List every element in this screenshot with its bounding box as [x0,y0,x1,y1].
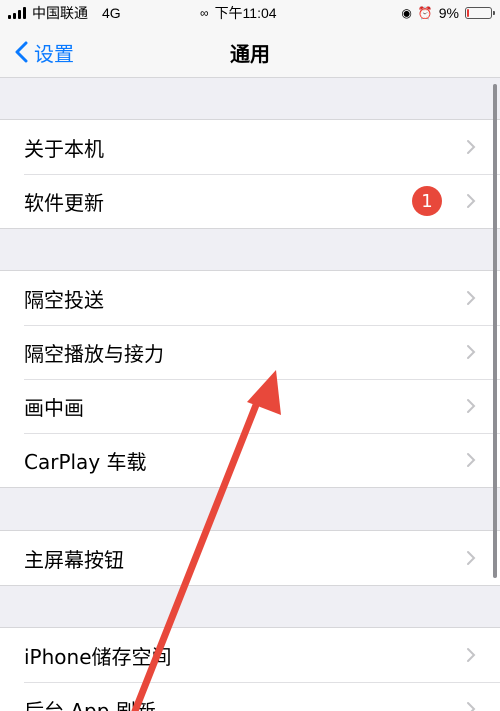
row-iphone-storage[interactable]: iPhone储存空间 [0,628,500,682]
chevron-right-icon [467,702,476,711]
page-title: 通用 [230,41,270,66]
row-software-update[interactable]: 软件更新 1 [0,174,500,228]
status-bar: 中国联通 4G ∞ 下午11:04 ◉ ⏰ 9% [0,0,500,26]
status-time: 下午11:04 [214,5,277,21]
chevron-right-icon [467,291,476,305]
chevron-right-icon [467,194,476,208]
row-label: iPhone储存空间 [24,644,172,669]
status-left: 中国联通 4G [0,3,121,23]
row-airdrop[interactable]: 隔空投送 [0,271,500,325]
row-label: 主屏幕按钮 [24,547,124,572]
nav-bar: 设置 通用 [0,26,500,78]
row-label: 隔空播放与接力 [24,341,164,366]
row-label: 隔空投送 [24,287,104,312]
row-label: 后台 App 刷新 [24,698,156,711]
row-label: 画中画 [24,395,84,420]
row-background-app-refresh[interactable]: 后台 App 刷新 [0,682,500,711]
chevron-right-icon [467,140,476,154]
update-badge: 1 [412,186,442,216]
row-home-button[interactable]: 主屏幕按钮 [0,531,500,585]
battery-fill [467,9,470,17]
chevron-right-icon [467,399,476,413]
battery-percent: 9% [438,5,459,21]
status-center: ∞ 下午11:04 [200,0,277,26]
scroll-indicator [493,84,497,578]
alarm-icon: ⏰ [417,6,433,20]
signal-icon [8,7,26,19]
row-label: 软件更新 [24,190,104,215]
list-group-continuity: 隔空投送 隔空播放与接力 画中画 CarPlay 车载 [0,270,500,488]
battery-icon [465,7,495,19]
link-icon: ∞ [200,6,209,20]
list-group-about: 关于本机 软件更新 1 [0,119,500,229]
network-label: 4G [102,5,121,21]
row-airplay-handoff[interactable]: 隔空播放与接力 [0,325,500,379]
chevron-right-icon [467,453,476,467]
rotation-lock-icon: ◉ [401,6,412,20]
list-group-storage: iPhone储存空间 后台 App 刷新 [0,627,500,711]
row-label: CarPlay 车载 [24,449,147,474]
row-label: 关于本机 [24,136,104,161]
status-right: ◉ ⏰ 9% [401,0,495,26]
list-group-home-button: 主屏幕按钮 [0,530,500,586]
row-carplay[interactable]: CarPlay 车载 [0,433,500,487]
row-about[interactable]: 关于本机 [0,120,500,174]
chevron-right-icon [467,345,476,359]
chevron-right-icon [467,551,476,565]
chevron-right-icon [467,648,476,662]
carrier-label: 中国联通 [32,5,88,21]
row-picture-in-picture[interactable]: 画中画 [0,379,500,433]
